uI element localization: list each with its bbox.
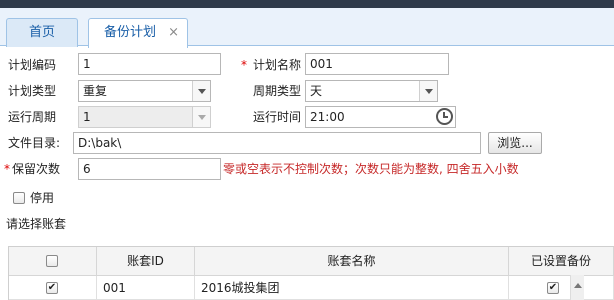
- plan-type-label: 计划类型: [8, 84, 57, 98]
- table-cell-id: 001: [97, 276, 195, 300]
- disable-label: 停用: [30, 191, 55, 205]
- header-backup-set[interactable]: 已设置备份: [509, 247, 614, 276]
- row-select-cell[interactable]: ✔: [9, 276, 97, 300]
- top-strip: [0, 0, 614, 8]
- tab-home[interactable]: 首页: [6, 18, 78, 47]
- keep-count-hint: 零或空表示不控制次数；次数只能为整数, 四舍五入小数: [223, 162, 519, 176]
- period-type-label: 周期类型: [253, 84, 302, 98]
- clock-icon[interactable]: [436, 108, 453, 125]
- close-icon[interactable]: ×: [168, 19, 179, 47]
- plan-code-label: 计划编码: [8, 58, 57, 72]
- keep-count-input[interactable]: 6: [78, 158, 221, 180]
- period-type-select[interactable]: 天: [305, 80, 438, 102]
- tab-bar: 首页 备份计划 ×: [0, 8, 614, 48]
- chevron-down-icon[interactable]: [419, 81, 437, 101]
- dir-input[interactable]: D:\bak\: [73, 132, 481, 154]
- tab-backup-plan-label: 备份计划: [103, 25, 156, 40]
- run-period-select[interactable]: 1: [78, 106, 211, 128]
- header-account-name[interactable]: 账套名称: [195, 247, 509, 276]
- tab-home-label: 首页: [28, 25, 55, 40]
- tab-backup-plan[interactable]: 备份计划 ×: [88, 18, 188, 48]
- plan-type-value: 重复: [83, 84, 108, 98]
- select-account-label: 请选择账套: [6, 217, 67, 231]
- checkbox-icon: ✔: [547, 282, 559, 294]
- required-mark: *: [241, 58, 247, 72]
- chevron-down-icon[interactable]: [192, 107, 210, 127]
- header-select-all[interactable]: [9, 247, 97, 276]
- run-time-label: 运行时间: [253, 110, 302, 124]
- run-time-input[interactable]: 21:00: [305, 106, 456, 128]
- browse-button[interactable]: 浏览...: [488, 132, 542, 154]
- run-time-value: 21:00: [310, 110, 345, 124]
- keep-count-label: 保留次数: [12, 162, 61, 176]
- disable-checkbox[interactable]: [13, 192, 25, 204]
- table-cell-name: 2016城投集团: [195, 276, 509, 300]
- account-table: 账套ID 账套名称 已设置备份 ✔ 001 2016城投集团 ✔: [8, 246, 614, 300]
- header-account-id[interactable]: 账套ID: [97, 247, 195, 276]
- required-mark: *: [4, 162, 10, 176]
- plan-name-label: 计划名称: [253, 58, 302, 72]
- checkbox-icon[interactable]: [46, 255, 58, 267]
- run-period-label: 运行周期: [8, 110, 57, 124]
- vertical-scrollbar[interactable]: [570, 275, 584, 300]
- period-type-value: 天: [310, 84, 323, 98]
- plan-type-select[interactable]: 重复: [78, 80, 211, 102]
- checkbox-icon[interactable]: ✔: [46, 282, 58, 294]
- plan-code-input[interactable]: 1: [78, 53, 221, 75]
- run-period-value: 1: [83, 110, 91, 124]
- plan-name-input[interactable]: 001: [305, 53, 449, 75]
- dir-label: 文件目录:: [8, 136, 61, 150]
- chevron-down-icon[interactable]: [192, 81, 210, 101]
- table-cell-backup: ✔: [509, 276, 614, 300]
